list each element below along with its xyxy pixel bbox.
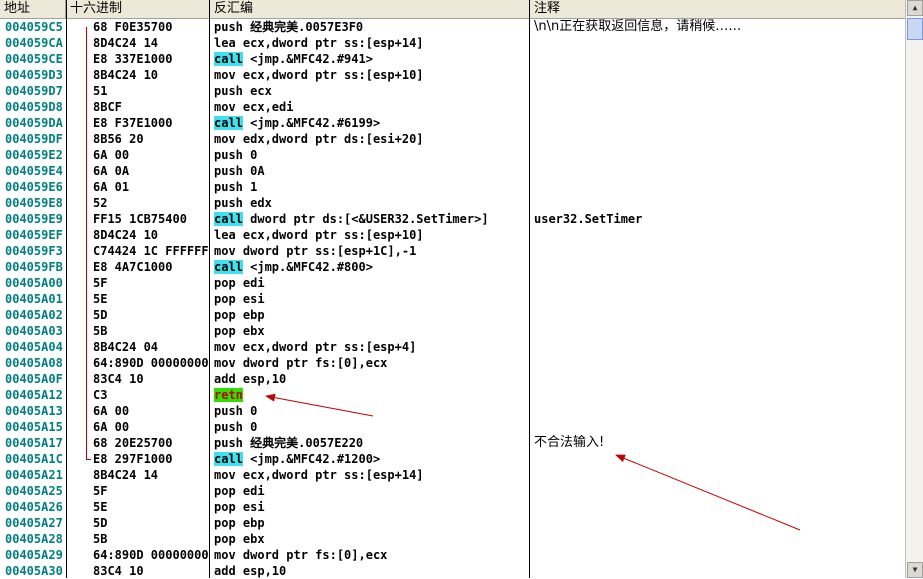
scroll-up-icon[interactable]: ▲ [907,0,923,16]
scroll-thumb[interactable] [907,18,923,40]
vertical-scrollbar[interactable]: ▲ ▼ [905,0,923,578]
annotation-arrows [265,393,801,531]
scroll-down-icon[interactable]: ▼ [907,562,923,578]
arrow-to-invalid-input-comment [615,454,801,531]
arrow-to-retn [265,393,374,417]
